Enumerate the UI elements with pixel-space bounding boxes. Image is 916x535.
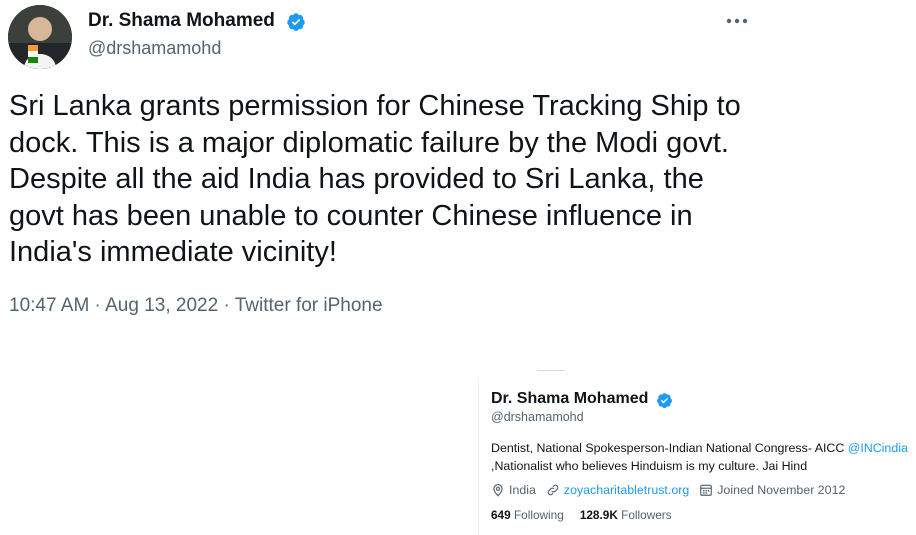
followers-stat[interactable]: 128.9K Followers [580,508,672,522]
author-handle[interactable]: @drshamamohd [88,38,221,59]
location-text: India [509,483,536,497]
verified-badge-icon [287,13,305,31]
card-website[interactable]: zoyacharitabletrust.org [546,483,689,497]
card-profile-name[interactable]: Dr. Shama Mohamed [491,390,648,408]
verified-badge-icon [657,393,672,409]
location-pin-icon [493,484,503,497]
card-info-row: India zoyacharitabletrust.org Joined Nov… [491,481,855,499]
tweet-time[interactable]: 10:47 AM [9,295,89,316]
link-icon [547,484,559,496]
tweet-metadata: 10:47 AM · Aug 13, 2022 · Twitter for iP… [9,295,383,317]
avatar[interactable] [8,5,72,69]
bio-mention-link[interactable]: @INCindia [848,441,908,455]
card-stats: 649 Following 128.9K Followers [491,508,688,522]
more-horizontal-icon [726,18,748,24]
following-label: Following [513,508,564,522]
website-link[interactable]: zoyacharitabletrust.org [564,483,689,497]
followers-label: Followers [621,508,672,522]
card-bio: Dentist, National Spokesperson-Indian Na… [491,439,911,475]
card-divider [537,370,565,371]
card-joined: Joined November 2012 [699,483,845,497]
meta-separator: · [89,295,106,316]
followers-count: 128.9K [579,508,618,522]
more-options-button[interactable] [720,8,754,34]
calendar-icon [700,484,713,496]
author-name[interactable]: Dr. Shama Mohamed [88,10,275,32]
tweet-date[interactable]: Aug 13, 2022 [105,295,218,316]
card-location: India [491,483,536,497]
card-profile-handle[interactable]: @drshamamohd [491,410,584,424]
bio-text: ,Nationalist who believes Hinduism is my… [491,459,808,473]
meta-separator: · [218,295,235,316]
following-count: 649 [491,508,511,522]
bio-text: Dentist, National Spokesperson-Indian Na… [491,441,848,455]
tweet-source: Twitter for iPhone [234,295,383,316]
tweet-text: Sri Lanka grants permission for Chinese … [9,90,741,268]
following-stat[interactable]: 649 Following [491,508,564,522]
profile-hover-card: Dr. Shama Mohamed @drshamamohd Dentist, … [478,380,916,535]
joined-text: Joined November 2012 [717,483,846,497]
